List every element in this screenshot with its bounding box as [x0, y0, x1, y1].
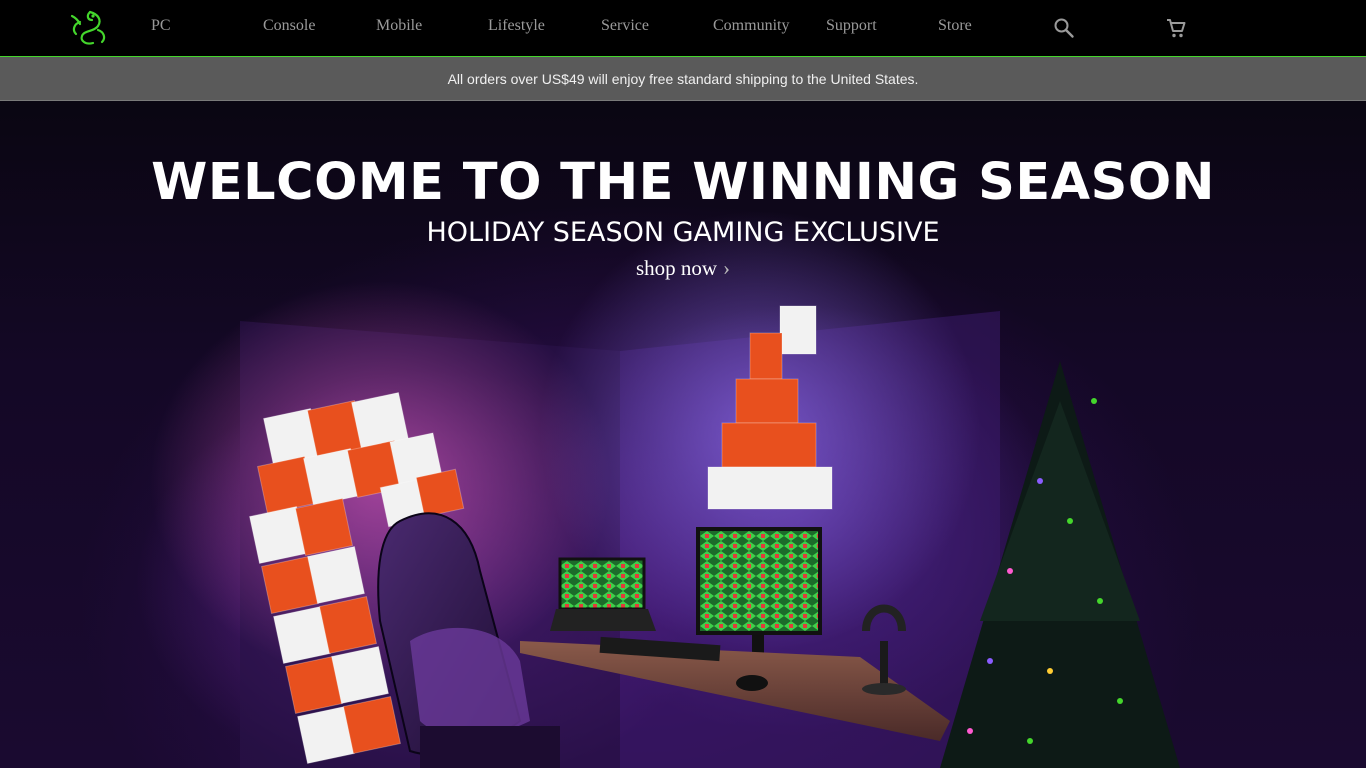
hero-title: WELCOME TO THE WINNING SEASON [151, 153, 1215, 212]
hero-banner[interactable]: WELCOME TO THE WINNING SEASON HOLIDAY SE… [0, 101, 1366, 768]
nav-item-lifestyle[interactable]: Lifestyle [488, 17, 545, 35]
shipping-promo-text: All orders over US$49 will enjoy free st… [447, 70, 919, 87]
razer-logo[interactable] [68, 8, 110, 48]
razer-logo-icon [70, 10, 106, 45]
shop-now-label: shop now [635, 256, 718, 280]
nav-item-service[interactable]: Service [601, 17, 649, 35]
nav-item-pc[interactable]: PC [151, 17, 171, 35]
chevron-right-icon: › [723, 256, 731, 280]
nav-item-store[interactable]: Store [938, 17, 972, 35]
search-icon[interactable] [1053, 17, 1075, 39]
shop-now-link[interactable]: shop now › [0, 256, 1366, 281]
nav-item-community[interactable]: Community [713, 17, 789, 35]
hero-subtitle: HOLIDAY SEASON GAMING EXCLUSIVE [426, 217, 940, 248]
nav-item-mobile[interactable]: Mobile [376, 17, 422, 35]
nav-item-console[interactable]: Console [263, 17, 315, 35]
top-navigation: PC Console Mobile Lifestyle Service Comm… [0, 0, 1366, 57]
cart-icon[interactable] [1165, 17, 1187, 39]
nav-item-support[interactable]: Support [826, 17, 877, 35]
shipping-promo-banner: All orders over US$49 will enjoy free st… [0, 57, 1366, 101]
